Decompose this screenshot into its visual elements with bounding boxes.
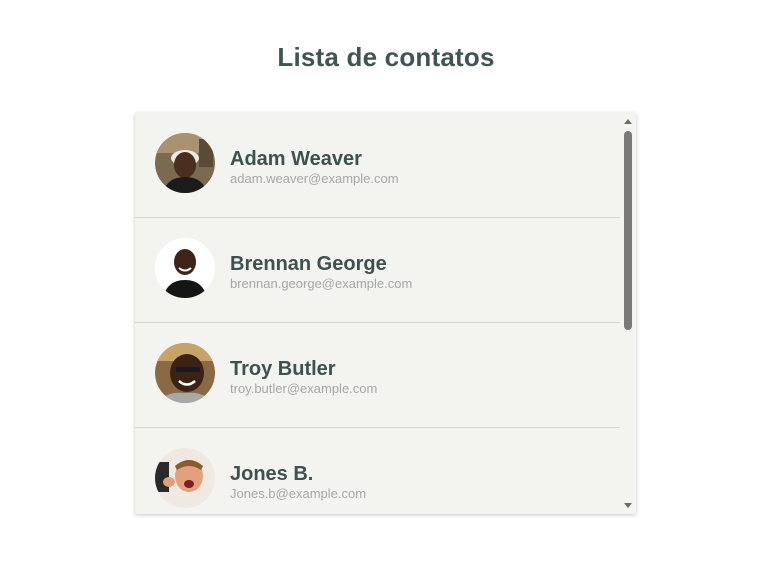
contact-email: Jones.b@example.com <box>230 486 367 501</box>
scroll-down-icon[interactable] <box>624 503 632 508</box>
contact-item-troy-butler[interactable]: Troy Butler troy.butler@example.com <box>135 323 620 428</box>
page-title: Lista de contatos <box>277 42 495 72</box>
scroll-thumb[interactable] <box>624 131 632 330</box>
contact-item-adam-weaver[interactable]: Adam Weaver adam.weaver@example.com <box>135 113 620 218</box>
avatar <box>155 343 215 403</box>
contact-name: Adam Weaver <box>230 148 362 170</box>
vertical-scrollbar[interactable] <box>620 113 636 514</box>
avatar <box>155 133 215 193</box>
avatar <box>155 448 215 508</box>
scroll-up-icon[interactable] <box>624 119 632 124</box>
contact-email: troy.butler@example.com <box>230 381 378 396</box>
contact-item-brennan-george[interactable]: Brennan George brennan.george@example.co… <box>135 218 620 323</box>
contact-name: Brennan George <box>230 253 387 275</box>
contact-email: adam.weaver@example.com <box>230 171 399 186</box>
contact-name: Troy Butler <box>230 358 336 380</box>
avatar <box>155 238 215 298</box>
contact-list[interactable]: Adam Weaver adam.weaver@example.com Bren… <box>135 113 620 514</box>
contact-item-jones-b[interactable]: Jones B. Jones.b@example.com <box>135 428 620 514</box>
contact-name: Jones B. <box>230 463 314 485</box>
contact-email: brennan.george@example.com <box>230 276 413 291</box>
contact-list-panel: Adam Weaver adam.weaver@example.com Bren… <box>135 113 636 514</box>
